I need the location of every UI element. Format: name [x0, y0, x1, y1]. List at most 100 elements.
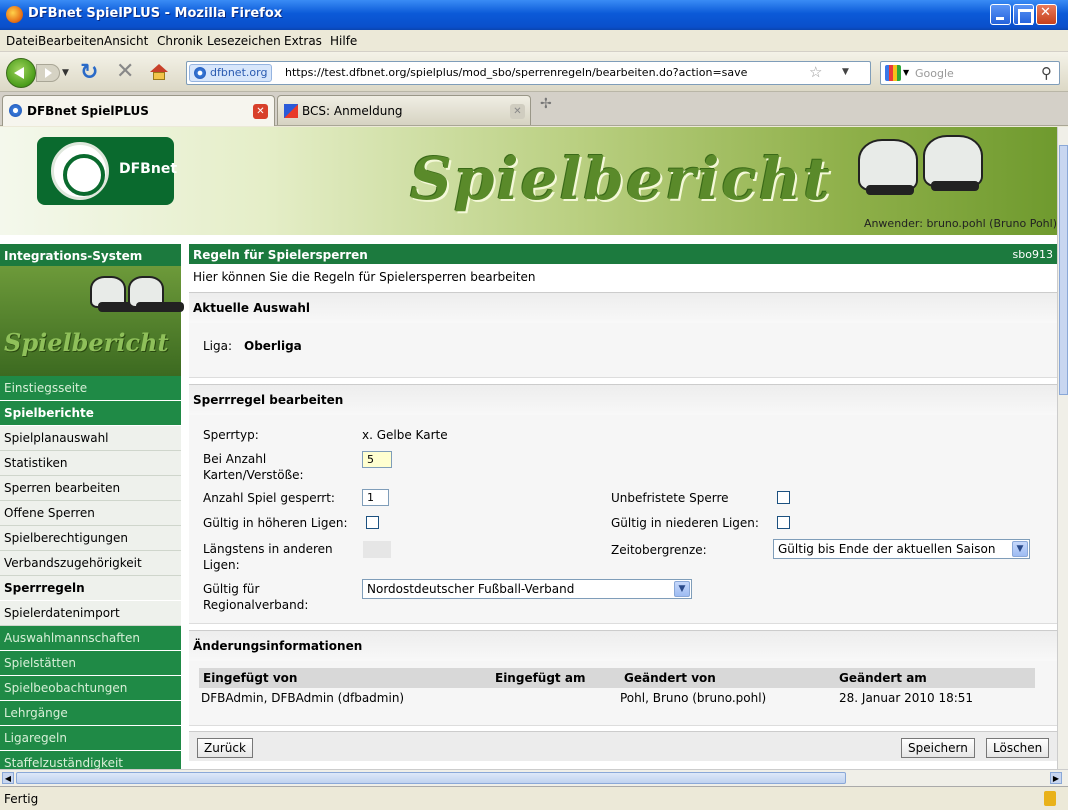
google-icon[interactable] [885, 65, 901, 81]
sidebar-item-spielberichte[interactable]: Spielberichte [0, 401, 181, 426]
sidebar-item-spielberechtigungen[interactable]: Spielberechtigungen [0, 526, 181, 551]
stop-icon[interactable]: ✕ [116, 59, 134, 84]
sidebar-item-spielplanauswahl[interactable]: Spielplanauswahl [0, 426, 181, 451]
sidebar-item-spielstaetten[interactable]: Spielstätten [0, 651, 181, 676]
scroll-left-icon[interactable]: ◀ [2, 772, 14, 784]
menu-extras[interactable]: Extras [284, 34, 322, 48]
sidebar: Integrations-System Spielbericht Einstie… [0, 244, 184, 769]
dfbnet-logo: DFBnet [37, 137, 177, 205]
delete-button[interactable]: Löschen [986, 738, 1050, 758]
unbefristete-sperre-label: Unbefristete Sperre [611, 491, 729, 505]
lock-icon[interactable] [1044, 791, 1056, 806]
bcs-favicon-icon [284, 104, 298, 118]
menu-chronik[interactable]: Chronik [157, 34, 203, 48]
menu-bearbeiten[interactable]: Bearbeiten [38, 34, 104, 48]
col-geaendert-von: Geändert von [624, 671, 716, 685]
selection-section: Aktuelle Auswahl Liga: Oberliga [189, 292, 1057, 378]
chevron-down-icon[interactable]: ▼ [674, 581, 690, 597]
sidebar-item-auswahlmannschaften[interactable]: Auswahlmannschaften [0, 626, 181, 651]
tab-bar: DFBnet SpielPLUS ✕ BCS: Anmeldung ✕ ✢ [0, 92, 1068, 126]
zeitobergrenze-value: Gültig bis Ende der aktuellen Saison [778, 542, 996, 556]
sidebar-item-offene-sperren[interactable]: Offene Sperren [0, 501, 181, 526]
close-window-button[interactable] [1036, 4, 1057, 25]
cell-geaendert-am: 28. Januar 2010 18:51 [839, 691, 974, 705]
col-eingefuegt-am: Eingefügt am [495, 671, 586, 685]
sperrtyp-value: x. Gelbe Karte [362, 428, 448, 442]
sidebar-item-staffelzustaendigkeit[interactable]: Staffelzuständigkeit [0, 751, 181, 769]
sidebar-item-sperren-bearbeiten[interactable]: Sperren bearbeiten [0, 476, 181, 501]
sperrtyp-label: Sperrtyp: [203, 428, 259, 442]
url-text[interactable]: https://test.dfbnet.org/spielplus/mod_sb… [285, 66, 747, 79]
firefox-icon [6, 6, 23, 23]
sidebar-item-statistiken[interactable]: Statistiken [0, 451, 181, 476]
home-icon[interactable] [150, 64, 168, 80]
sidebar-heading: Integrations-System [0, 244, 181, 266]
tab-close-icon[interactable]: ✕ [253, 104, 268, 119]
sidebar-item-sperrregeln[interactable]: Sperrregeln [0, 576, 181, 601]
page-subtitle: Hier können Sie die Regeln für Spielersp… [193, 270, 536, 284]
sidebar-item-spielbeobachtungen[interactable]: Spielbeobachtungen [0, 676, 181, 701]
chevron-down-icon[interactable]: ▼ [1012, 541, 1028, 557]
cell-eingefuegt-von: DFBAdmin, DFBAdmin (dfbadmin) [201, 691, 405, 705]
window-title: DFBnet SpielPLUS - Mozilla Firefox [28, 6, 283, 21]
anzahl-karten-input[interactable]: 5 [362, 451, 392, 468]
horizontal-scrollbar[interactable]: ◀ ▶ [0, 769, 1068, 786]
scroll-right-icon[interactable]: ▶ [1050, 772, 1062, 784]
history-dropdown-icon[interactable]: ▼ [62, 68, 69, 78]
sidebar-item-spielerdatenimport[interactable]: Spielerdatenimport [0, 601, 181, 626]
hoehere-ligen-label: Gültig in höheren Ligen: [203, 516, 348, 530]
search-box[interactable]: ▼ Google ⚲ [880, 61, 1060, 85]
anzahl-karten-label: Bei Anzahl Karten/Verstöße: [203, 452, 304, 482]
menu-hilfe[interactable]: Hilfe [330, 34, 357, 48]
save-button[interactable]: Speichern [901, 738, 975, 758]
scrollbar-thumb[interactable] [1059, 145, 1068, 395]
col-eingefuegt-von: Eingefügt von [203, 671, 298, 685]
minimize-button[interactable] [990, 4, 1011, 25]
tab-dfbnet-spielplus[interactable]: DFBnet SpielPLUS ✕ [2, 95, 275, 126]
back-icon[interactable] [6, 58, 36, 88]
tab-label: BCS: Anmeldung [302, 104, 403, 118]
unbefristete-sperre-checkbox[interactable] [777, 491, 790, 504]
search-icon[interactable]: ⚲ [1041, 64, 1052, 82]
reload-icon[interactable]: ↻ [80, 60, 98, 85]
url-bar[interactable]: dfbnet.org https://test.dfbnet.org/spiel… [186, 61, 871, 85]
niedere-ligen-checkbox[interactable] [777, 516, 790, 529]
regionalverband-select[interactable]: Nordostdeutscher Fußball-Verband ▼ [362, 579, 692, 599]
maximize-button[interactable] [1013, 4, 1034, 25]
sidebar-item-einstiegsseite[interactable]: Einstiegsseite [0, 376, 181, 401]
forward-icon[interactable] [36, 64, 60, 82]
page-content: DFBnet Spielbericht Anwender: bruno.pohl… [0, 127, 1057, 769]
vertical-scrollbar[interactable] [1057, 127, 1068, 769]
bookmark-star-icon[interactable]: ☆ [809, 63, 822, 81]
banner-title: Spielbericht [410, 145, 832, 213]
main-panel: Regeln für Spielersperren sbo913 Hier kö… [189, 244, 1057, 769]
tab-bcs-anmeldung[interactable]: BCS: Anmeldung ✕ [277, 95, 531, 125]
section-title: Änderungsinformationen [193, 639, 363, 653]
sidebar-item-ligaregeln[interactable]: Ligaregeln [0, 726, 181, 751]
sidebar-item-verbandszugehoerigkeit[interactable]: Verbandszugehörigkeit [0, 551, 181, 576]
anzahl-spiel-input[interactable]: 1 [362, 489, 389, 506]
back-button[interactable]: Zurück [197, 738, 253, 758]
zeitobergrenze-select[interactable]: Gültig bis Ende der aktuellen Saison ▼ [773, 539, 1030, 559]
search-engine-dropdown-icon[interactable]: ▼ [903, 68, 909, 77]
menu-datei[interactable]: Datei [6, 34, 38, 48]
window-titlebar: DFBnet SpielPLUS - Mozilla Firefox [0, 0, 1068, 30]
navigation-toolbar: ▼ ↻ ✕ dfbnet.org https://test.dfbnet.org… [0, 52, 1068, 92]
scrollbar-thumb[interactable] [16, 772, 846, 784]
url-dropdown-icon[interactable]: ▼ [842, 67, 849, 77]
page-code: sbo913 [1012, 248, 1053, 261]
search-input[interactable]: Google [915, 67, 954, 80]
table-row: DFBAdmin, DFBAdmin (dfbadmin) Pohl, Brun… [199, 688, 1035, 706]
hoehere-ligen-checkbox[interactable] [366, 516, 379, 529]
liga-value: Oberliga [244, 339, 302, 353]
site-identity-badge[interactable]: dfbnet.org [189, 64, 273, 82]
menu-ansicht[interactable]: Ansicht [104, 34, 148, 48]
new-tab-icon[interactable]: ✢ [540, 96, 552, 112]
button-row: Zurück Speichern Löschen [189, 731, 1057, 761]
sidebar-image-title: Spielbericht [4, 328, 169, 357]
sidebar-item-lehrgaenge[interactable]: Lehrgänge [0, 701, 181, 726]
section-title: Sperrregel bearbeiten [193, 393, 344, 407]
tab-close-icon[interactable]: ✕ [510, 104, 525, 119]
current-user: Anwender: bruno.pohl (Bruno Pohl) [863, 217, 1057, 230]
menu-lesezeichen[interactable]: Lesezeichen [207, 34, 281, 48]
